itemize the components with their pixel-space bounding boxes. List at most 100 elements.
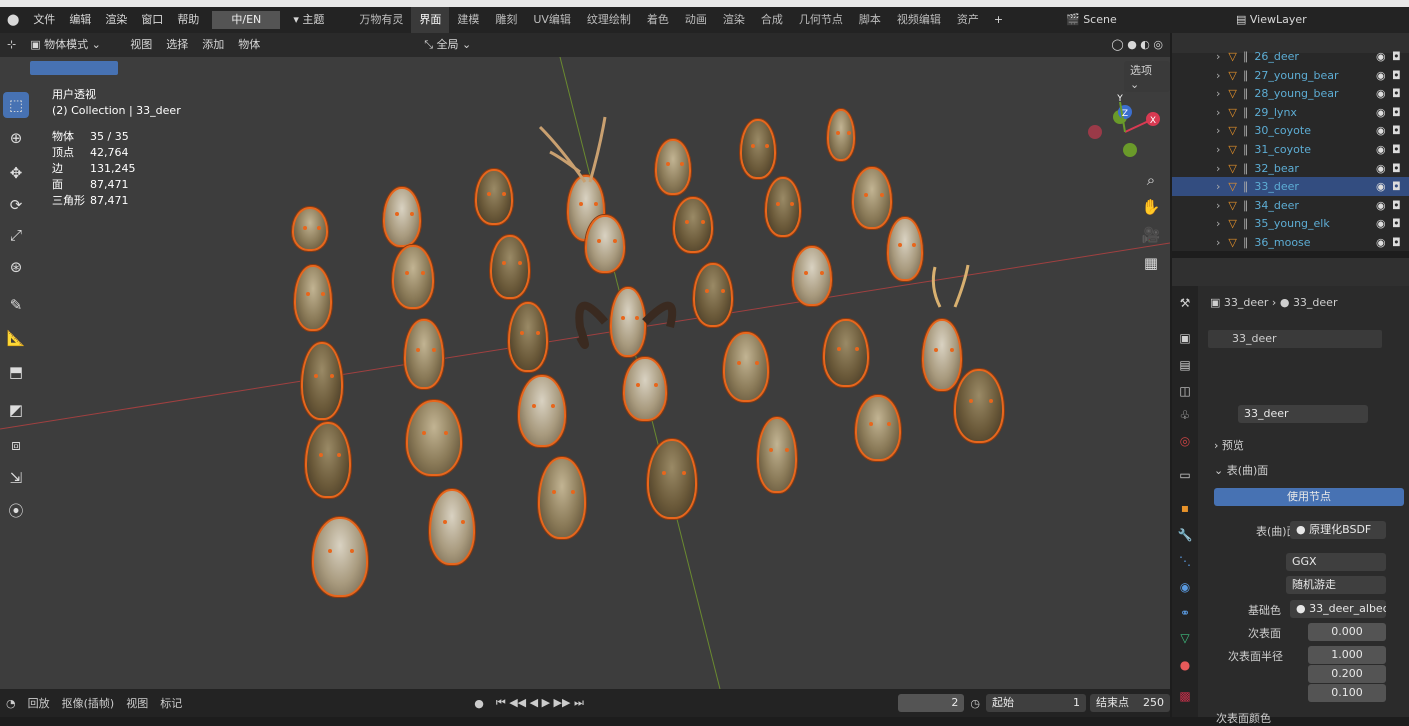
render-camera-icon[interactable]: ◘ <box>1392 217 1401 230</box>
object-tab-icon[interactable]: ▪ <box>1177 501 1193 517</box>
tool-tab-icon[interactable]: ⚒ <box>1177 296 1193 312</box>
radius-x-field[interactable]: 1.000 <box>1308 646 1386 664</box>
skull-object[interactable] <box>392 245 434 309</box>
workspace-tab[interactable]: 合成 <box>753 7 791 33</box>
workspace-tab[interactable]: UV编辑 <box>525 7 579 33</box>
expand-icon[interactable]: › <box>1216 50 1220 63</box>
skull-object[interactable] <box>765 177 801 237</box>
transform-tool-icon[interactable]: ⊛ <box>3 254 29 280</box>
menu-edit[interactable]: 编辑 <box>62 7 98 33</box>
skull-object[interactable] <box>723 332 769 402</box>
skull-object[interactable] <box>922 319 962 391</box>
workspace-tab[interactable]: 万物有灵 <box>351 7 411 33</box>
outliner-item[interactable]: › ▽ ∥ 33_deer ◉ ◘ <box>1172 177 1409 197</box>
subsurface-field[interactable]: 0.000 <box>1308 623 1386 641</box>
start-frame-field[interactable]: 起始 1 <box>986 694 1086 712</box>
outliner-item[interactable]: › ▽ ∥ 34_deer ◉ ◘ <box>1172 196 1409 215</box>
data-tab-icon[interactable]: ▽ <box>1177 631 1193 647</box>
view-layer-tab-icon[interactable]: ◫ <box>1177 384 1193 400</box>
skull-object[interactable] <box>305 422 351 498</box>
expand-icon[interactable]: › <box>1216 180 1220 193</box>
visibility-eye-icon[interactable]: ◉ <box>1376 162 1386 175</box>
outliner-item[interactable]: › ▽ ∥ 36_moose ◉ ◘ <box>1172 233 1409 252</box>
keying-menu[interactable]: 抠像(插帧) <box>56 695 121 711</box>
skull-object[interactable] <box>887 217 923 281</box>
outliner-item[interactable]: › ▽ ∥ 35_young_elk ◉ ◘ <box>1172 214 1409 233</box>
menu-object[interactable]: 物体 <box>231 32 267 58</box>
skull-object[interactable] <box>693 263 733 327</box>
render-camera-icon[interactable]: ◘ <box>1392 162 1401 175</box>
shear-tool-icon[interactable]: ⧈ <box>3 432 29 458</box>
outliner-item[interactable]: › ▽ ∥ 32_bear ◉ ◘ <box>1172 159 1409 178</box>
visibility-eye-icon[interactable]: ◉ <box>1376 199 1386 212</box>
expand-icon[interactable]: › <box>1216 87 1220 100</box>
perspective-grid-icon[interactable]: ▦ <box>1138 250 1164 276</box>
texture-tab-icon[interactable]: ▩ <box>1177 689 1193 705</box>
expand-icon[interactable]: › <box>1216 162 1220 175</box>
workspace-tab[interactable]: 界面 <box>411 7 450 33</box>
workspace-tab[interactable]: 资产 <box>949 7 987 33</box>
visibility-eye-icon[interactable]: ◉ <box>1376 180 1386 193</box>
origin-tool-icon[interactable]: ⦿ <box>3 497 29 523</box>
visibility-eye-icon[interactable]: ◉ <box>1376 106 1386 119</box>
skull-object[interactable] <box>429 489 475 565</box>
mode-selector[interactable]: ▣ 物体模式 ⌄ <box>23 32 123 58</box>
editor-type-icon[interactable]: ◔ <box>0 697 22 710</box>
scale-tool-icon[interactable]: ⤢ <box>3 222 29 248</box>
expand-icon[interactable]: › <box>1216 199 1220 212</box>
workspace-tab[interactable]: 建模 <box>449 7 487 33</box>
transform-orientation[interactable]: ⤡ 全局 ⌄ <box>417 32 478 58</box>
menu-render[interactable]: 渲染 <box>98 7 134 33</box>
surface-shader-field[interactable]: ● 原理化BSDF <box>1290 521 1386 539</box>
radius-y-field[interactable]: 0.200 <box>1308 665 1386 683</box>
skull-object[interactable] <box>792 246 832 306</box>
selection-mode-buttons[interactable] <box>30 61 118 75</box>
skull-object[interactable] <box>383 187 421 247</box>
skull-object[interactable] <box>852 167 892 229</box>
editor-type-icon[interactable]: ⊹ <box>0 32 23 58</box>
skull-object[interactable] <box>538 457 586 539</box>
material-tab-icon[interactable]: ● <box>1177 658 1193 674</box>
skull-object[interactable] <box>404 319 444 389</box>
select-tool-icon[interactable]: ⬚ <box>3 92 29 118</box>
shading-buttons[interactable]: ◯ ● ◐ ◎ <box>1104 32 1170 58</box>
outliner-item[interactable]: › ▽ ∥ 31_coyote ◉ ◘ <box>1172 140 1409 159</box>
render-camera-icon[interactable]: ◘ <box>1392 124 1401 137</box>
current-frame-field[interactable]: 2 <box>898 694 965 712</box>
expand-icon[interactable]: › <box>1216 217 1220 230</box>
skull-object[interactable] <box>623 357 667 421</box>
material-slot[interactable]: 33_deer <box>1208 330 1382 348</box>
add-workspace-button[interactable]: + <box>987 7 1010 33</box>
skull-object[interactable] <box>518 375 566 447</box>
box-tool-icon[interactable]: ◩ <box>3 397 29 423</box>
workspace-tab[interactable]: 几何节点 <box>791 7 851 33</box>
skull-object[interactable] <box>757 417 797 493</box>
visibility-eye-icon[interactable]: ◉ <box>1376 87 1386 100</box>
zoom-icon[interactable]: ⌕ <box>1138 167 1164 193</box>
workspace-tab[interactable]: 纹理绘制 <box>579 7 639 33</box>
menu-view[interactable]: 视图 <box>123 32 159 58</box>
collection-tab-icon[interactable]: ▭ <box>1177 468 1193 484</box>
material-name-field[interactable]: 33_deer <box>1238 405 1368 423</box>
menu-help[interactable]: 帮助 <box>170 7 206 33</box>
menu-select[interactable]: 选择 <box>159 32 195 58</box>
outliner-item[interactable]: › ▽ ∥ 26_deer ◉ ◘ <box>1172 47 1409 66</box>
viewlayer-selector[interactable]: ▤ ViewLayer <box>1229 7 1409 33</box>
3d-viewport[interactable]: ⬚ ⊕ ✥ ⟳ ⤢ ⊛ ✎ 📐 ⬒ ◩ ⧈ ⇲ ⦿ 用户透视 (2) Colle… <box>0 57 1170 689</box>
workspace-tab[interactable]: 视频编辑 <box>889 7 949 33</box>
annotate-tool-icon[interactable]: ✎ <box>3 292 29 318</box>
skull-object[interactable] <box>294 265 332 331</box>
record-button[interactable]: ● <box>468 697 490 710</box>
render-camera-icon[interactable]: ◘ <box>1392 50 1401 63</box>
skull-object[interactable] <box>740 119 776 179</box>
skull-object[interactable] <box>827 109 855 161</box>
skull-object[interactable] <box>647 439 697 519</box>
measure-tool-icon[interactable]: 📐 <box>3 325 29 351</box>
visibility-eye-icon[interactable]: ◉ <box>1376 69 1386 82</box>
pan-hand-icon[interactable]: ✋ <box>1138 194 1164 220</box>
skull-object[interactable] <box>823 319 869 387</box>
camera-view-icon[interactable]: 🎥 <box>1138 222 1164 248</box>
subsurface-method-select[interactable]: 随机游走 <box>1286 576 1386 594</box>
marker-menu[interactable]: 标记 <box>154 695 188 711</box>
theme-menu[interactable]: ▾ 主题 <box>286 7 331 33</box>
